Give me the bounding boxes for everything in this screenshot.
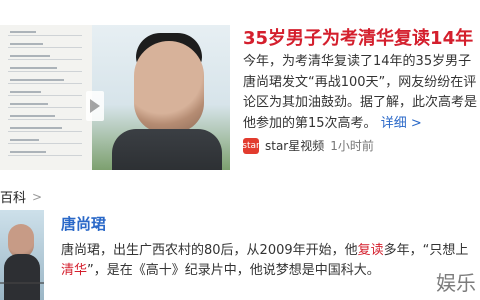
paper-handwriting [10, 103, 48, 105]
source-name[interactable]: star星视频 [265, 137, 324, 154]
paper-line [8, 107, 82, 108]
publish-time: 1小时前 [330, 139, 374, 153]
paper-line [8, 71, 82, 72]
person-name[interactable]: 唐尚珺 [61, 213, 106, 234]
news-card[interactable]: 35岁男子为考清华复读14年 今年，为考清华复读了14年的35岁男子唐尚珺发文“… [0, 0, 480, 178]
paper-handwriting [10, 31, 36, 33]
man-photo [92, 25, 230, 170]
news-source: star star星视频 1小时前 [242, 137, 374, 154]
desc-highlight-2: 清华 [61, 263, 88, 278]
shirt [112, 129, 222, 170]
desc-part-1: 唐尚珺，出生广西农村的80后，从2009年开始，他 [61, 243, 358, 258]
chevron-right-icon: > [32, 189, 43, 204]
paper-line [8, 83, 82, 84]
paper-handwriting [10, 151, 46, 153]
paper-line [8, 35, 82, 36]
paper-handwriting [10, 79, 64, 81]
paper-line [8, 119, 82, 120]
desc-part-2: 多年，“只想上 [383, 243, 469, 258]
paper-line [8, 155, 82, 156]
paper-line [8, 59, 82, 60]
news-description-text: 今年，为考清华复读了14年的35岁男子唐尚珺发文“再战100天”，网友纷纷在评论… [243, 54, 478, 131]
paper-handwriting [10, 91, 41, 93]
paper-handwriting [10, 43, 43, 45]
baike-section-header[interactable]: 百科 > [0, 187, 43, 207]
news-title[interactable]: 35岁男子为考清华复读14年 [243, 24, 473, 50]
paper-line [8, 47, 82, 48]
paper-handwriting [10, 139, 39, 141]
news-thumbnail[interactable] [0, 25, 230, 170]
paper-handwriting [10, 115, 55, 117]
desc-part-3: ”，是在《高十》纪录片中，他说梦想是中国科大。 [87, 263, 380, 278]
bike-line [0, 282, 44, 300]
desc-highlight-1: 复读 [357, 243, 384, 258]
paper-image [0, 25, 92, 170]
paper-line [8, 131, 82, 132]
watermark: 娱乐 [436, 271, 476, 295]
paper-line [8, 143, 82, 144]
paper-line [8, 95, 82, 96]
paper-handwriting [10, 55, 50, 57]
star-video-logo: star [242, 137, 260, 154]
paper-handwriting [10, 67, 57, 69]
baike-header-text: 百科 [0, 191, 27, 206]
details-link[interactable]: 详细 > [381, 116, 422, 131]
profile-image[interactable] [0, 210, 44, 300]
person-head [8, 224, 34, 258]
person-description: 唐尚珺，出生广西农村的80后，从2009年开始，他复读多年，“只想上清华”，是在… [61, 241, 480, 281]
face [134, 41, 204, 133]
paper-handwriting [10, 127, 62, 129]
news-description: 今年，为考清华复读了14年的35岁男子唐尚珺发文“再战100天”，网友纷纷在评论… [243, 52, 480, 134]
play-icon[interactable] [86, 91, 104, 121]
